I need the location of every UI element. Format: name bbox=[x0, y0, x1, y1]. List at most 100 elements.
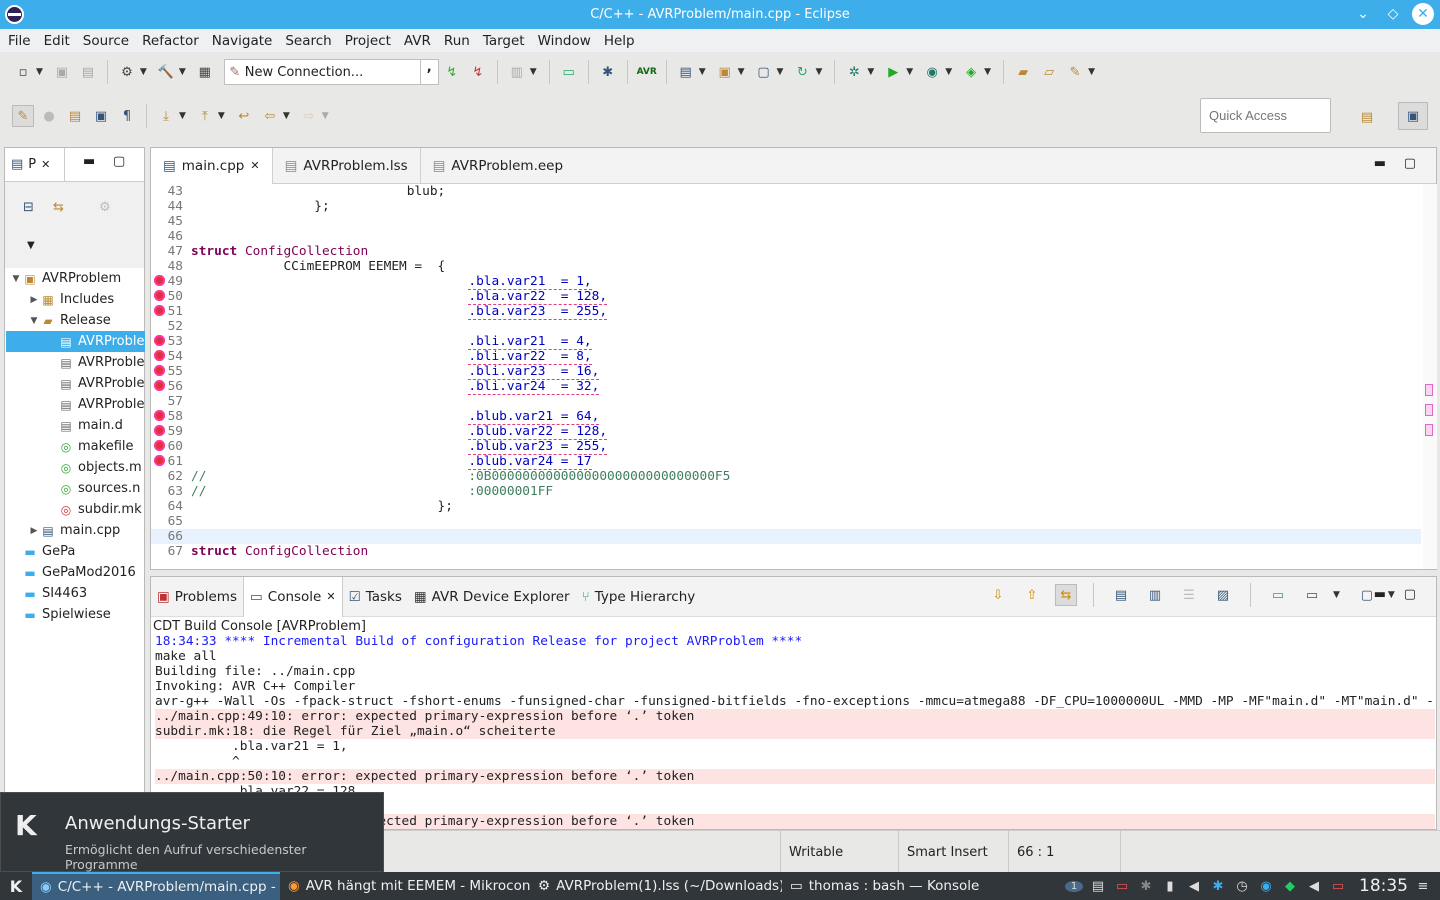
tree-item[interactable]: ◎ sources.n bbox=[6, 478, 145, 499]
tree-item[interactable]: ▶ ▦ Includes bbox=[6, 289, 145, 310]
console-error-line[interactable]: ../main.cpp:50:10: error: expected prima… bbox=[155, 769, 1435, 784]
code-line[interactable]: 43 blub; bbox=[151, 184, 1421, 199]
project-explorer-tab[interactable]: ▤ P ✕ bbox=[5, 148, 65, 181]
debug-icon[interactable]: ✲ bbox=[843, 61, 865, 83]
error-ruler-mark[interactable] bbox=[1425, 424, 1433, 436]
code-line[interactable]: 44 }; bbox=[151, 199, 1421, 214]
previous-annotation-icon[interactable]: ⤒ bbox=[194, 105, 216, 127]
audio-icon[interactable]: ◀ bbox=[1305, 879, 1323, 894]
menu-navigate[interactable]: Navigate bbox=[207, 33, 278, 49]
status-insert-mode[interactable]: Smart Insert bbox=[898, 831, 1008, 873]
word-wrap-icon[interactable]: ▥ bbox=[1144, 584, 1166, 606]
bluetooth-icon[interactable]: ✱ bbox=[1209, 879, 1227, 894]
error-ruler-mark[interactable] bbox=[1425, 404, 1433, 416]
run-dropdown-icon[interactable]: ▼ bbox=[906, 67, 913, 77]
device-icon[interactable]: ▮ bbox=[1161, 879, 1179, 894]
code-line[interactable]: 46 bbox=[151, 229, 1421, 244]
maximize-view-icon[interactable]: ▢ bbox=[113, 154, 125, 169]
menu-target[interactable]: Target bbox=[478, 33, 530, 49]
tree-item[interactable]: ▬ GePaMod2016 bbox=[6, 562, 145, 583]
code-line[interactable]: 60 .blub.var23 = 255, bbox=[151, 439, 1421, 455]
back-icon[interactable]: ⇦ bbox=[259, 105, 281, 127]
connection-edit-button[interactable]: , bbox=[419, 60, 438, 84]
tree-item[interactable]: ▤ AVRProble bbox=[6, 352, 145, 373]
minimize-console-icon[interactable]: ▬ bbox=[1374, 587, 1386, 602]
collapse-all-icon[interactable]: ⊟ bbox=[23, 200, 34, 215]
window-title-bar[interactable]: C/C++ - AVRProblem/main.cpp - Eclipse ⌄ … bbox=[0, 0, 1440, 29]
menu-window[interactable]: Window bbox=[533, 33, 596, 49]
copy-build-log-icon[interactable]: ▤ bbox=[1110, 584, 1132, 606]
new-class-icon[interactable]: ▢ bbox=[753, 61, 775, 83]
code-line[interactable]: 63 // :00000001FF bbox=[151, 484, 1421, 499]
refresh-icon[interactable]: ↻ bbox=[791, 61, 813, 83]
tab-avrproblem-lss[interactable]: ▤ AVRProblem.lss bbox=[273, 147, 421, 184]
task-firefox[interactable]: ◉ AVR hängt mit EEMEM - Mikrocontro bbox=[280, 872, 530, 900]
maximize-console-icon[interactable]: ▢ bbox=[1404, 587, 1416, 602]
forward-dropdown-icon[interactable]: ▼ bbox=[322, 111, 329, 121]
search-tool-icon[interactable]: ✎ bbox=[1064, 61, 1086, 83]
link-with-editor-icon[interactable]: ⇆ bbox=[53, 200, 64, 215]
tree-item[interactable]: ◎ objects.m bbox=[6, 457, 145, 478]
toggle-highlight-icon[interactable]: ● bbox=[38, 105, 60, 127]
save-all-icon[interactable]: ▤ bbox=[77, 61, 99, 83]
menu-edit[interactable]: Edit bbox=[39, 33, 75, 49]
minimize-editor-icon[interactable]: ▬ bbox=[1374, 156, 1386, 171]
application-launcher-icon[interactable]: K bbox=[0, 872, 32, 900]
console-error-line[interactable]: subdir.mk:18: die Regel für Ziel „main.o… bbox=[155, 724, 1435, 739]
build-all-icon[interactable]: ▦ bbox=[194, 61, 216, 83]
build-config-dropdown-icon[interactable]: ▼ bbox=[140, 67, 147, 77]
launch-icon[interactable]: ↯ bbox=[441, 61, 463, 83]
pin-console-icon[interactable]: ▭ bbox=[1267, 584, 1289, 606]
console-error-line[interactable]: ../main.cpp:49:10: error: expected prima… bbox=[155, 709, 1435, 724]
code-line[interactable]: 54 .bli.var22 = 8, bbox=[151, 349, 1421, 365]
tab-console[interactable]: ▭ Console ✕ bbox=[243, 576, 343, 617]
close-tab-icon[interactable]: ✕ bbox=[41, 158, 50, 171]
code-line[interactable]: 62 // :0B00000000000000000000000000000F5 bbox=[151, 469, 1421, 484]
task-konsole[interactable]: ▭ thomas : bash — Konsole bbox=[782, 872, 1032, 900]
menu-file[interactable]: File bbox=[3, 33, 36, 49]
terminal-dropdown-icon[interactable]: ▼ bbox=[530, 67, 537, 77]
new-folder-dropdown-icon[interactable]: ▼ bbox=[738, 67, 745, 77]
clear-icon[interactable]: ☰ bbox=[1178, 584, 1200, 606]
new-source-folder-icon[interactable]: ▣ bbox=[714, 61, 736, 83]
panel-menu-icon[interactable]: ≡ bbox=[1414, 879, 1432, 894]
next-annotation-type-icon[interactable]: ▤ bbox=[64, 105, 86, 127]
code-line[interactable]: 52 bbox=[151, 319, 1421, 334]
tab-avr-device-explorer[interactable]: ▦ AVR Device Explorer bbox=[408, 577, 576, 617]
code-line[interactable]: 57 bbox=[151, 394, 1421, 409]
tab-main-cpp[interactable]: ▤ main.cpp ✕ bbox=[151, 147, 273, 184]
error-marker-icon[interactable] bbox=[154, 440, 165, 451]
coverage-icon[interactable]: ◉ bbox=[921, 61, 943, 83]
quick-access-input[interactable] bbox=[1200, 98, 1331, 133]
tree-item[interactable]: ◎ makefile bbox=[6, 436, 145, 457]
view-menu-dropdown-icon[interactable]: ▼ bbox=[27, 240, 35, 251]
error-marker-icon[interactable] bbox=[154, 380, 165, 391]
tab-problems[interactable]: ▣ Problems bbox=[151, 577, 243, 617]
code-line[interactable]: 49 .bla.var21 = 1, bbox=[151, 274, 1421, 290]
code-line[interactable]: 61 .blub.var24 = 17 bbox=[151, 454, 1421, 470]
battery-monitor-icon[interactable]: ▭ bbox=[1113, 879, 1131, 894]
next-error-icon[interactable]: ⇩ bbox=[987, 584, 1009, 606]
toggle-mark-occurrences-icon[interactable]: ✎ bbox=[12, 105, 34, 127]
show-whitespace-icon[interactable]: ¶ bbox=[116, 105, 138, 127]
task-eclipse[interactable]: ◉ C/C++ - AVRProblem/main.cpp - Eclip bbox=[32, 872, 280, 900]
network-icon[interactable]: ▭ bbox=[1329, 879, 1347, 894]
open-element-icon[interactable]: ▱ bbox=[1038, 61, 1060, 83]
code-line[interactable]: 59 .blub.var22 = 128, bbox=[151, 424, 1421, 440]
code-area[interactable]: 43 blub; 44 }; 45 46 47 struct ConfigCollecti… bbox=[151, 184, 1421, 569]
close-window-icon[interactable]: ✕ bbox=[1412, 3, 1434, 25]
next-annotation-dropdown-icon[interactable]: ▼ bbox=[179, 111, 186, 121]
maximize-editor-icon[interactable]: ▢ bbox=[1404, 156, 1416, 171]
menu-help[interactable]: Help bbox=[599, 33, 640, 49]
code-line[interactable]: 66 bbox=[151, 529, 1421, 544]
expand-arrow-icon[interactable]: ▼ bbox=[28, 316, 40, 326]
tree-item[interactable]: ▤ AVRProble bbox=[6, 331, 145, 352]
close-tab-icon[interactable]: ✕ bbox=[250, 159, 259, 172]
menu-refactor[interactable]: Refactor bbox=[137, 33, 204, 49]
console-view-icon[interactable]: ▭ bbox=[558, 61, 580, 83]
stop-launch-icon[interactable]: ↯ bbox=[467, 61, 489, 83]
code-line[interactable]: 64 }; bbox=[151, 499, 1421, 514]
volume-icon[interactable]: ◀ bbox=[1185, 879, 1203, 894]
tree-item[interactable]: ◎ subdir.mk bbox=[6, 499, 145, 520]
build-hammer-icon[interactable]: 🔨 bbox=[155, 61, 177, 83]
